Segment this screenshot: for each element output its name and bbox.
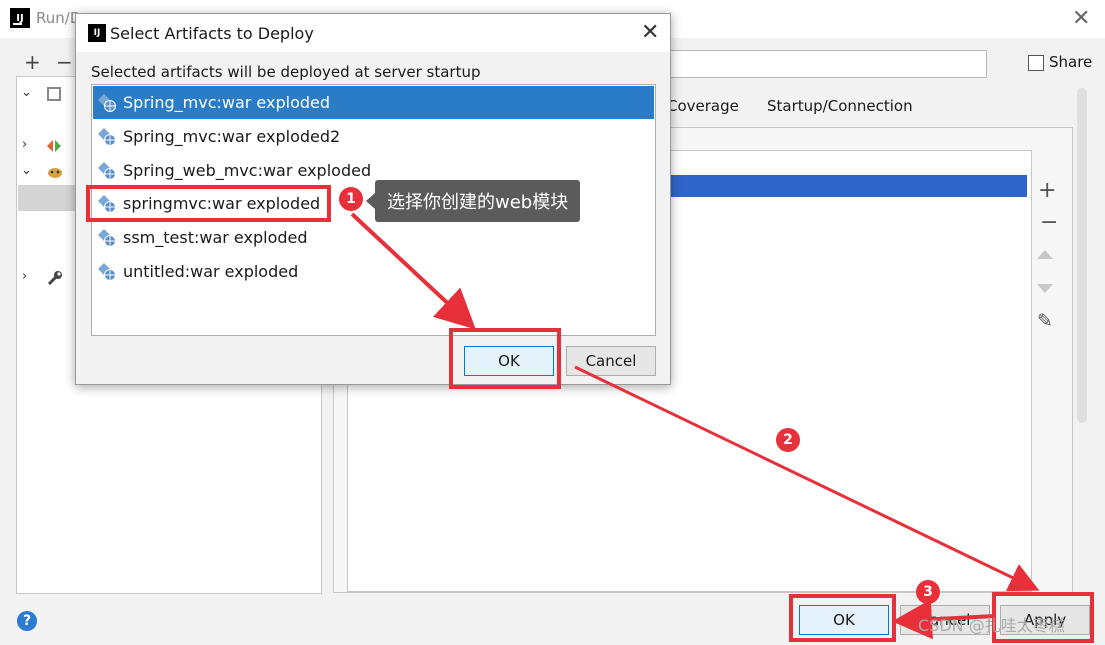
- arrow-to-apply: [574, 365, 1040, 592]
- highlight-ok-button: [789, 594, 896, 642]
- step-badge-1: 1: [339, 187, 363, 211]
- highlight-springmvc-artifact: [86, 185, 331, 222]
- annotation-arrows: [350, 212, 1040, 640]
- watermark-text: CSDN @扎哇太枣糕: [918, 616, 1065, 635]
- step-badge-3: 3: [916, 580, 940, 604]
- arrow-to-dialog-ok: [350, 212, 476, 330]
- step-badge-2: 2: [776, 428, 800, 452]
- instruction-tooltip: 选择你创建的web模块: [365, 180, 581, 222]
- highlight-dialog-ok: [449, 328, 561, 389]
